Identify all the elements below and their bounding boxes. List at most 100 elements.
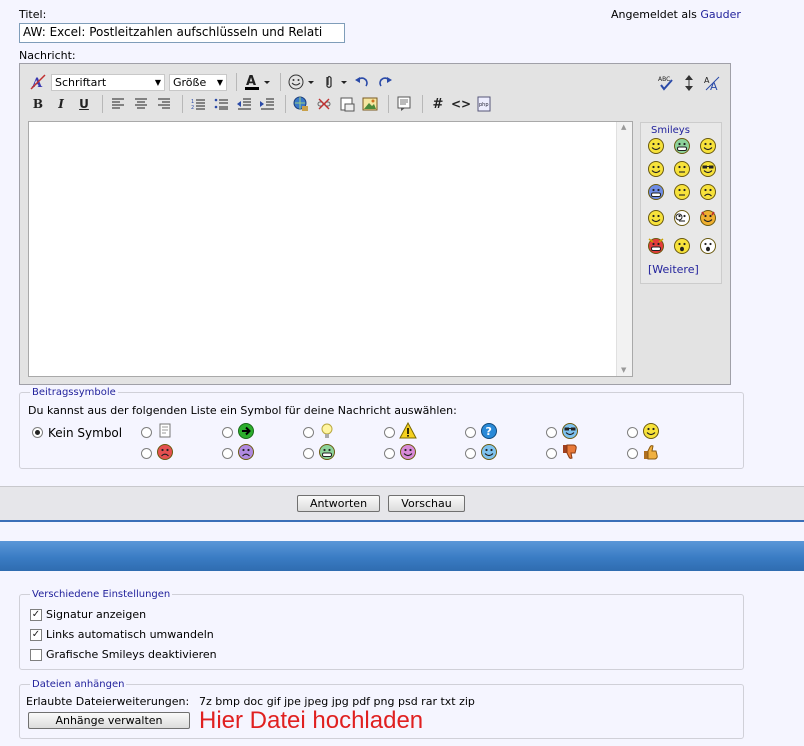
toolbar-separator — [236, 73, 237, 91]
post-icon-radio[interactable] — [141, 427, 152, 438]
smiley-icon[interactable] — [673, 183, 691, 201]
ordered-list-icon[interactable]: 12 — [188, 94, 208, 114]
post-icon-radio[interactable] — [627, 448, 638, 459]
redo-icon[interactable] — [375, 72, 395, 92]
php-code-icon[interactable]: php — [474, 94, 494, 114]
code-icon[interactable]: <> — [451, 94, 471, 114]
no-icon-radio[interactable] — [32, 427, 43, 438]
logged-in-prefix: Angemeldet als — [611, 8, 697, 21]
laugh-icon — [399, 443, 417, 461]
sad-icon — [237, 443, 255, 461]
smiley-icon[interactable] — [673, 160, 691, 178]
svg-text:A: A — [246, 74, 256, 89]
attachment-icon[interactable] — [319, 72, 349, 92]
svg-text:ABC: ABC — [658, 76, 670, 83]
auto-links-label: Links automatisch umwandeln — [46, 628, 214, 641]
thumbs-down-icon — [561, 443, 579, 461]
toolbar-separator — [280, 73, 281, 91]
text-color-icon[interactable]: A — [242, 72, 272, 92]
outdent-icon[interactable] — [234, 94, 254, 114]
font-size-icon[interactable]: AA — [702, 73, 722, 93]
section-header-band — [0, 541, 804, 571]
smile-icon — [642, 422, 660, 440]
quote-icon[interactable] — [394, 94, 414, 114]
signature-label: Signatur anzeigen — [46, 608, 147, 621]
toolbar-separator — [422, 95, 423, 113]
toolbar-row-1: A Schriftart ▼ Größe ▼ A — [28, 71, 398, 93]
smiley-icon[interactable] — [647, 209, 665, 227]
smiley-icon[interactable] — [647, 183, 665, 201]
smiley-icon[interactable] — [699, 137, 717, 155]
align-left-icon[interactable] — [108, 94, 128, 114]
size-select[interactable]: Größe ▼ — [169, 73, 227, 91]
username-link[interactable]: Gauder — [700, 8, 741, 21]
remove-link-icon[interactable] — [314, 94, 334, 114]
post-icons-fieldset: Beitragssymbole Du kannst aus der folgen… — [19, 387, 744, 469]
post-icon-radio[interactable] — [546, 448, 557, 459]
insert-link-icon[interactable] — [291, 94, 311, 114]
post-icon-radio[interactable] — [546, 427, 557, 438]
signature-checkbox[interactable]: ✓ — [30, 609, 42, 621]
textarea-scrollbar[interactable]: ▲ ▼ — [616, 122, 632, 376]
toolbar-separator — [182, 95, 183, 113]
manage-attachments-button[interactable]: Anhänge verwalten — [28, 712, 190, 729]
spellcheck-icon[interactable]: ABC — [656, 73, 676, 93]
post-icon-radio[interactable] — [141, 448, 152, 459]
post-icon-radio[interactable] — [627, 427, 638, 438]
smiley-icon[interactable] — [647, 137, 665, 155]
smiley-icon[interactable] — [673, 237, 691, 255]
indent-icon[interactable] — [257, 94, 277, 114]
smiley-panel: Smileys [Weitere] — [640, 122, 722, 284]
font-select-value: Schriftart — [55, 75, 107, 89]
post-icon-radio[interactable] — [303, 448, 314, 459]
svg-text:?: ? — [486, 425, 492, 438]
insert-smiley-icon[interactable] — [286, 72, 316, 92]
post-icon-radio[interactable] — [465, 448, 476, 459]
post-icon-radio[interactable] — [465, 427, 476, 438]
toolbar-separator — [102, 95, 103, 113]
font-select[interactable]: Schriftart ▼ — [51, 73, 165, 91]
resize-icon[interactable] — [679, 73, 699, 93]
page-icon — [156, 422, 174, 440]
message-textarea[interactable]: ▲ ▼ — [28, 121, 633, 377]
upload-annotation: Hier Datei hochladen — [199, 707, 424, 734]
toolbar-row-2: B I U 12 # <> php — [28, 93, 497, 115]
preview-button[interactable]: Vorschau — [388, 495, 465, 512]
smiley-icon[interactable] — [699, 160, 717, 178]
post-icons-legend: Beitragssymbole — [30, 387, 118, 398]
italic-icon[interactable]: I — [51, 94, 71, 114]
align-center-icon[interactable] — [131, 94, 151, 114]
smiley-icon[interactable] — [699, 237, 717, 255]
grin-icon — [318, 443, 336, 461]
remove-format-icon[interactable]: A — [28, 72, 48, 92]
smiley-icon[interactable] — [673, 137, 691, 155]
smiley-icon[interactable] — [647, 160, 665, 178]
post-icon-radio[interactable] — [384, 448, 395, 459]
post-icon-radio[interactable] — [222, 448, 233, 459]
svg-text:php: php — [479, 102, 489, 108]
insert-email-icon[interactable] — [337, 94, 357, 114]
post-icon-radio[interactable] — [303, 427, 314, 438]
reply-button[interactable]: Antworten — [297, 495, 380, 512]
smiley-icon[interactable] — [673, 209, 691, 227]
hash-icon[interactable]: # — [428, 94, 448, 114]
post-icon-radio[interactable] — [384, 427, 395, 438]
auto-links-checkbox[interactable]: ✓ — [30, 629, 42, 641]
insert-image-icon[interactable] — [360, 94, 380, 114]
disable-smileys-checkbox[interactable] — [30, 649, 42, 661]
allowed-extensions-prefix: Erlaubte Dateierweiterungen: — [26, 695, 190, 708]
more-smileys-link[interactable]: [Weitere] — [648, 263, 699, 276]
bold-icon[interactable]: B — [28, 94, 48, 114]
toolbar-separator — [388, 95, 389, 113]
scroll-up-icon[interactable]: ▲ — [621, 123, 626, 131]
unordered-list-icon[interactable] — [211, 94, 231, 114]
scroll-down-icon[interactable]: ▼ — [621, 366, 626, 374]
align-right-icon[interactable] — [154, 94, 174, 114]
smiley-icon[interactable] — [699, 183, 717, 201]
title-input[interactable]: AW: Excel: Postleitzahlen aufschlüsseln … — [19, 23, 345, 43]
post-icon-radio[interactable] — [222, 427, 233, 438]
smiley-icon[interactable] — [699, 209, 717, 227]
undo-icon[interactable] — [352, 72, 372, 92]
underline-icon[interactable]: U — [74, 94, 94, 114]
smiley-icon[interactable] — [647, 237, 665, 255]
